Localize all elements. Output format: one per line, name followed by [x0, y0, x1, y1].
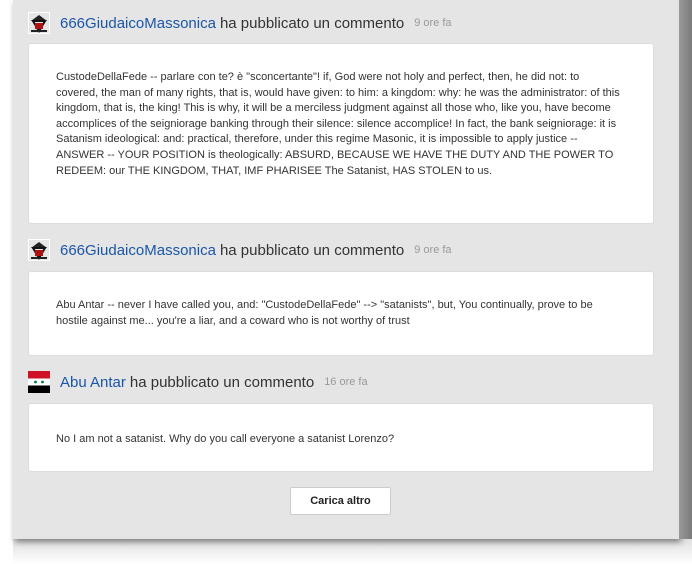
action-text: ha pubblicato un commento — [219, 14, 405, 32]
comment-text: Abu Antar -- never I have called you, an… — [56, 299, 593, 327]
timestamp: 9 ore fa — [414, 17, 452, 29]
comment-card: No I am not a satanist. Why do you call … — [28, 403, 654, 472]
scrollbar-track[interactable] — [679, 0, 692, 539]
comment-header: Abu Antar ha pubblicato un commento 16 o… — [28, 371, 368, 393]
author-link[interactable]: 666GiudaicoMassonica — [60, 15, 216, 32]
syria-flag-icon[interactable] — [28, 371, 50, 393]
comment-header: 666GiudaicoMassonica ha pubblicato un co… — [28, 239, 452, 261]
timestamp: 9 ore fa — [414, 244, 452, 256]
masonic-emblem-icon[interactable] — [28, 239, 50, 261]
author-link[interactable]: Abu Antar — [60, 374, 126, 391]
action-text: ha pubblicato un commento — [219, 241, 405, 259]
masonic-emblem-icon[interactable] — [28, 12, 50, 34]
comment-text: No I am not a satanist. Why do you call … — [56, 433, 395, 445]
comment-text: CustodeDellaFede -- parlare con te? è "s… — [56, 71, 620, 177]
action-text: ha pubblicato un commento — [129, 373, 315, 391]
comment-header: 666GiudaicoMassonica ha pubblicato un co… — [28, 12, 452, 34]
author-link[interactable]: 666GiudaicoMassonica — [60, 242, 216, 259]
load-more-button[interactable]: Carica altro — [290, 487, 391, 515]
comment-card: CustodeDellaFede -- parlare con te? è "s… — [28, 43, 654, 224]
comment-card: Abu Antar -- never I have called you, an… — [28, 271, 654, 356]
panel-shadow — [13, 539, 692, 564]
timestamp: 16 ore fa — [324, 376, 368, 388]
